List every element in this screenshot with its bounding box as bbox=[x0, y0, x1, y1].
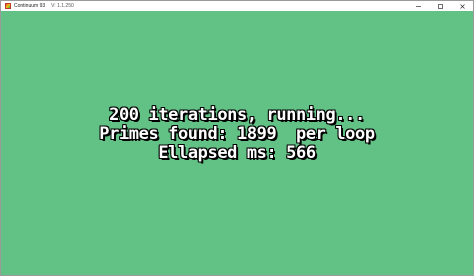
close-icon bbox=[459, 3, 465, 9]
window-title: Continuum 93 bbox=[14, 3, 46, 9]
app-window: Continuum 93 V: 1.1.250 200 iterations, … bbox=[0, 0, 474, 276]
window-controls bbox=[407, 1, 473, 11]
elapsed-ms: Ellapsed ms: 566 bbox=[158, 143, 316, 163]
maximize-button[interactable] bbox=[429, 1, 451, 11]
iterations-status: 200 iterations, running... bbox=[109, 105, 365, 125]
app-icon bbox=[5, 3, 11, 9]
minimize-button[interactable] bbox=[407, 1, 429, 11]
title-bar[interactable]: Continuum 93 V: 1.1.250 bbox=[1, 1, 473, 11]
minimize-icon bbox=[415, 5, 421, 7]
screen-area: 200 iterations, running... Primes found:… bbox=[1, 11, 473, 275]
maximize-icon bbox=[437, 3, 443, 9]
window-version: V: 1.1.250 bbox=[51, 3, 74, 9]
status-overlay: 200 iterations, running... Primes found:… bbox=[1, 106, 473, 163]
close-button[interactable] bbox=[451, 1, 473, 11]
primes-found: Primes found: 1899 per loop bbox=[99, 124, 375, 144]
